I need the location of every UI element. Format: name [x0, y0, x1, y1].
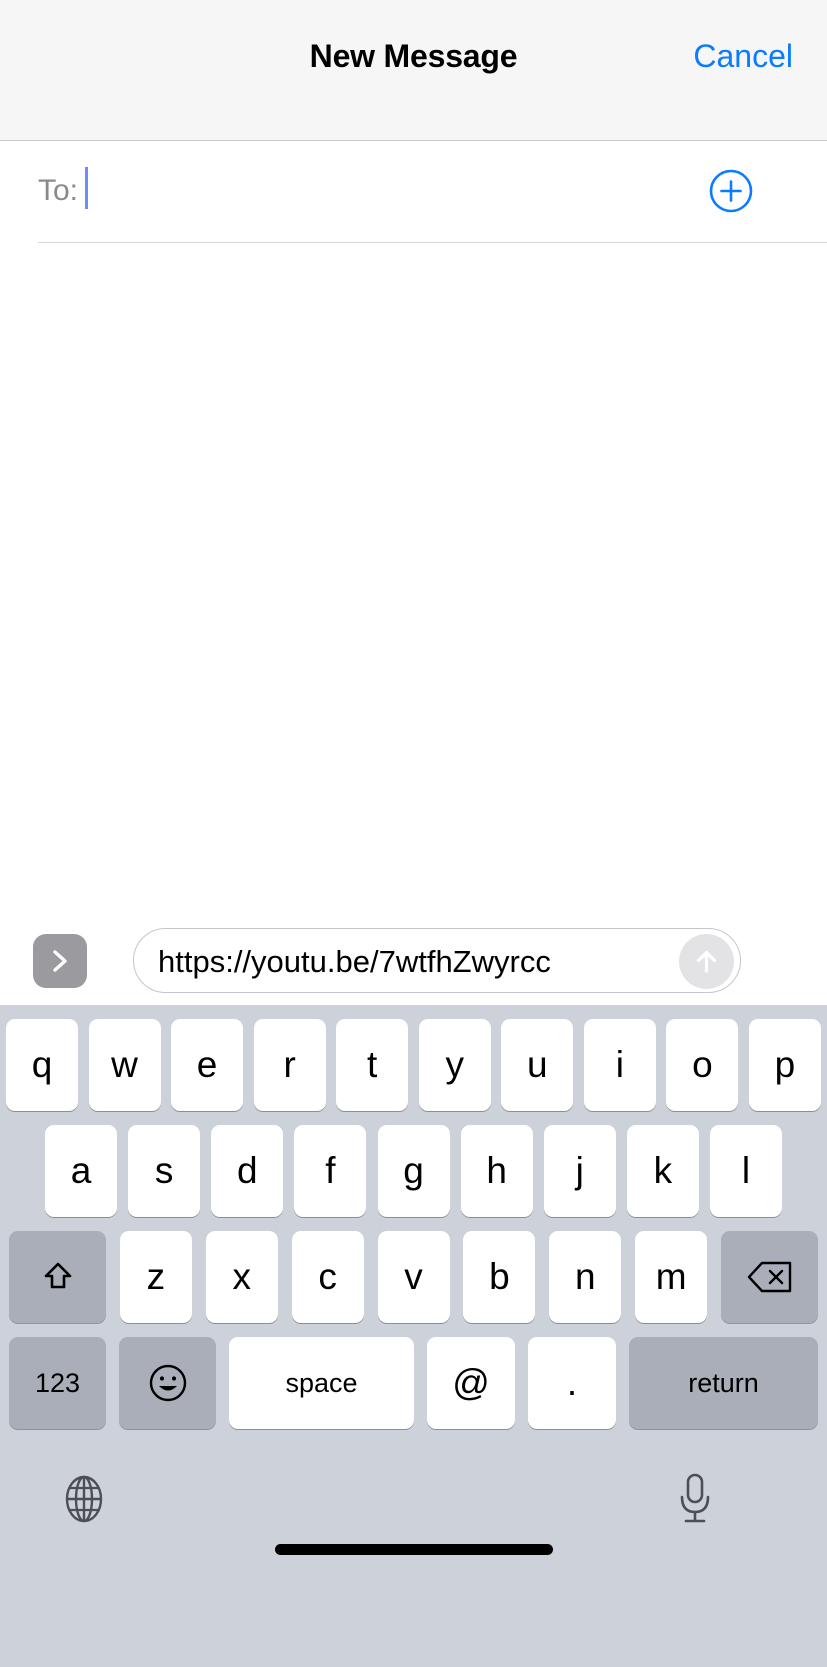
recipient-input[interactable] [85, 156, 665, 226]
keyboard-bottom-bar [0, 1445, 827, 1575]
key-q[interactable]: q [6, 1019, 78, 1111]
numbers-key[interactable]: 123 [9, 1337, 106, 1429]
send-button[interactable] [679, 934, 734, 989]
key-o[interactable]: o [666, 1019, 739, 1111]
key-l[interactable]: l [710, 1125, 782, 1217]
shift-arrow-icon[interactable] [9, 1231, 106, 1323]
ios-new-message-screen: New Message Cancel To: https://youtu.be/… [0, 0, 827, 1667]
recipient-row: To: [0, 142, 827, 243]
return-key[interactable]: return [629, 1337, 818, 1429]
key-g[interactable]: g [377, 1125, 450, 1217]
globe-icon[interactable] [58, 1473, 110, 1525]
home-indicator [274, 1544, 553, 1555]
key-t[interactable]: t [336, 1019, 409, 1111]
key-z[interactable]: z [119, 1231, 192, 1323]
message-input-value: https://youtu.be/7wtfhZwyrcc [158, 944, 551, 979]
plus-circle-icon[interactable] [709, 169, 753, 213]
key-b[interactable]: b [463, 1231, 536, 1323]
navigation-bar: New Message Cancel [0, 0, 827, 141]
key-p[interactable]: p [748, 1019, 821, 1111]
key-j[interactable]: j [543, 1125, 616, 1217]
microphone-icon[interactable] [673, 1471, 717, 1527]
keyboard-row-4: 123 space @ . return [0, 1337, 827, 1429]
key-d[interactable]: d [211, 1125, 284, 1217]
keyboard-row-1: q w e r t y u i o p [0, 1019, 827, 1111]
text-caret [85, 167, 88, 209]
message-input-toolbar: https://youtu.be/7wtfhZwyrcc [0, 923, 827, 1005]
key-h[interactable]: h [460, 1125, 533, 1217]
conversation-area [0, 243, 827, 923]
key-i[interactable]: i [583, 1019, 656, 1111]
key-f[interactable]: f [294, 1125, 367, 1217]
key-v[interactable]: v [377, 1231, 450, 1323]
key-x[interactable]: x [205, 1231, 278, 1323]
message-input-field[interactable]: https://youtu.be/7wtfhZwyrcc [133, 928, 741, 993]
key-m[interactable]: m [635, 1231, 708, 1323]
keyboard-row-3: z x c v b n m [0, 1231, 827, 1323]
period-key[interactable]: . [528, 1337, 616, 1429]
to-label: To: [38, 174, 79, 207]
key-k[interactable]: k [626, 1125, 699, 1217]
key-a[interactable]: a [45, 1125, 117, 1217]
cancel-button[interactable]: Cancel [693, 38, 793, 75]
key-w[interactable]: w [88, 1019, 161, 1111]
delete-backward-icon[interactable] [721, 1231, 818, 1323]
key-r[interactable]: r [253, 1019, 326, 1111]
smiley-face-icon[interactable] [119, 1337, 216, 1429]
key-y[interactable]: y [418, 1019, 491, 1111]
key-s[interactable]: s [128, 1125, 201, 1217]
key-u[interactable]: u [501, 1019, 574, 1111]
at-key[interactable]: @ [427, 1337, 515, 1429]
key-c[interactable]: c [291, 1231, 364, 1323]
onscreen-keyboard: q w e r t y u i o p a s d f g h j k l z … [0, 1005, 827, 1667]
chevron-right-icon[interactable] [33, 934, 87, 988]
keyboard-row-2: a s d f g h j k l [0, 1125, 827, 1217]
key-n[interactable]: n [549, 1231, 622, 1323]
key-e[interactable]: e [171, 1019, 244, 1111]
space-key[interactable]: space [229, 1337, 414, 1429]
